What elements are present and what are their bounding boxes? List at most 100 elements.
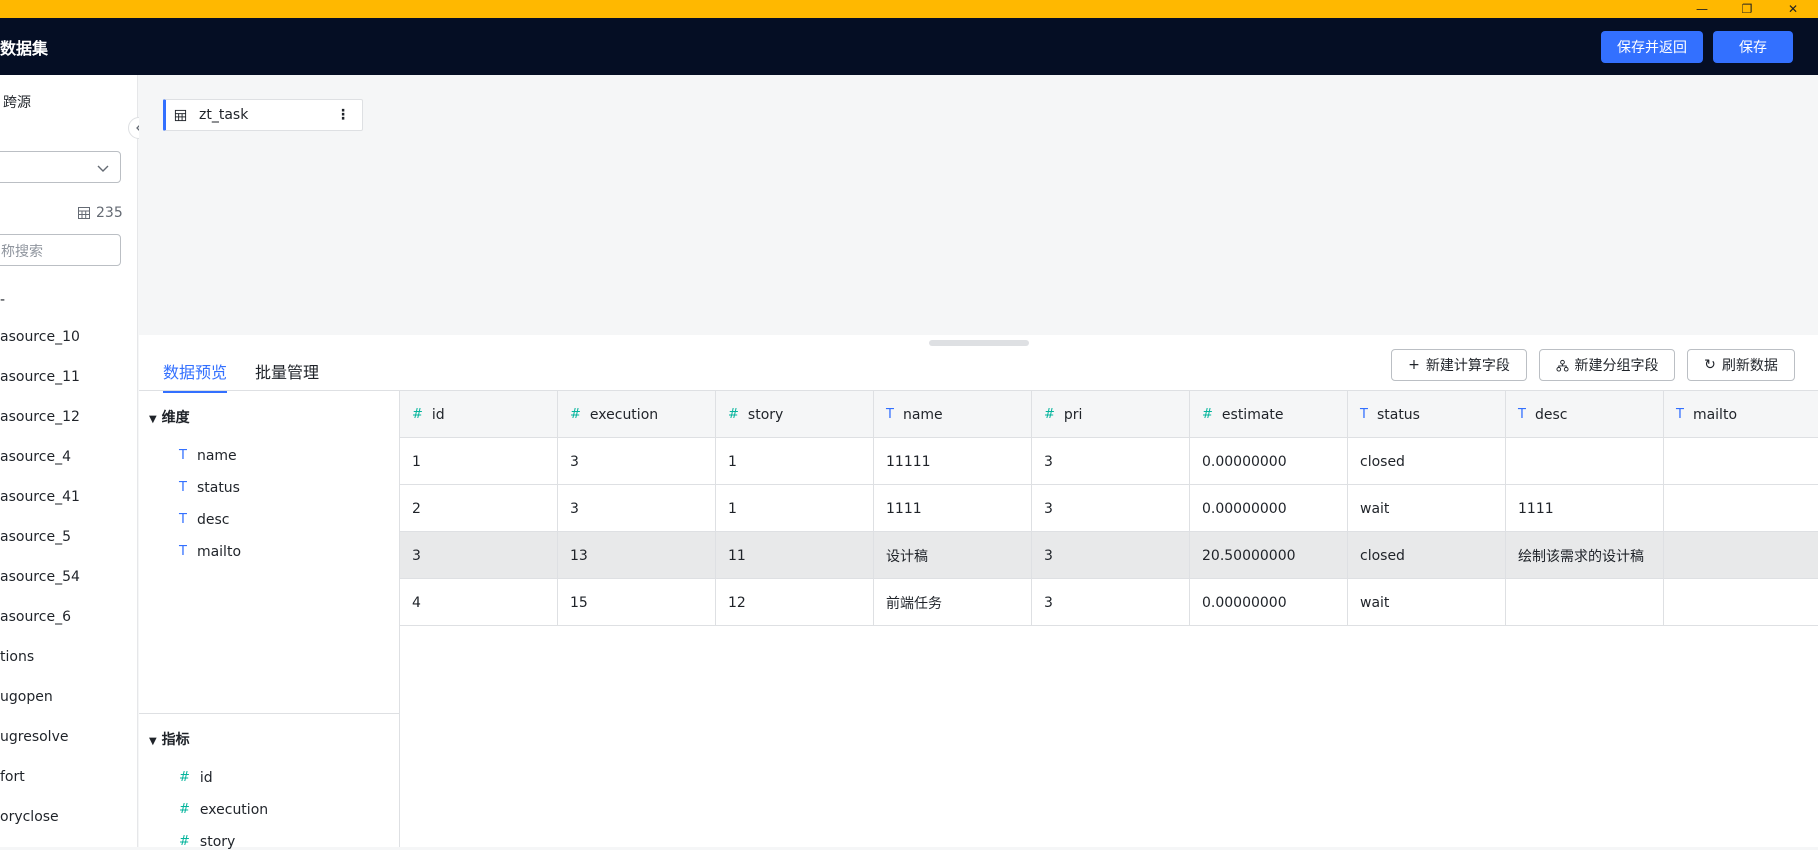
table-cell: closed — [1348, 532, 1506, 579]
column-header-status[interactable]: Tstatus — [1348, 391, 1506, 438]
table-list-item[interactable]: ugopen — [0, 689, 53, 705]
text-type-icon: T — [1676, 407, 1684, 422]
restore-icon[interactable]: ❐ — [1727, 0, 1767, 18]
data-preview-grid: # id # execution # story Tname # pri # estimate Tst… — [400, 390, 1818, 626]
minimize-icon[interactable]: — — [1682, 0, 1722, 18]
number-type-icon: # — [1044, 407, 1055, 422]
table-cell: 1111 — [1506, 485, 1664, 532]
metric-field-item[interactable]: # story — [179, 834, 235, 850]
number-type-icon: # — [728, 407, 739, 422]
dimension-section[interactable]: ▼ 维度 — [149, 407, 190, 427]
window-titlebar: — ❐ ✕ — [0, 0, 1818, 18]
dimension-label: 维度 — [161, 410, 190, 426]
table-list-item[interactable]: asource_41 — [0, 489, 80, 505]
page-title: 数据集 — [0, 39, 49, 58]
table-row[interactable]: 4 15 12 前端任务 3 0.00000000 wait — [400, 579, 1818, 626]
table-list-item[interactable]: asource_10 — [0, 329, 80, 345]
number-type-icon: # — [570, 407, 581, 422]
text-type-icon: T — [886, 407, 894, 422]
column-header-desc[interactable]: Tdesc — [1506, 391, 1664, 438]
table-node-card[interactable]: zt_task ⋮ — [163, 99, 363, 131]
table-cell: 11111 — [874, 438, 1032, 485]
refresh-data-label: 刷新数据 — [1721, 358, 1778, 374]
table-cell: 1111 — [874, 485, 1032, 532]
number-type-icon: # — [179, 770, 190, 785]
datasource-select[interactable] — [0, 151, 121, 183]
table-row[interactable]: 1 3 1 11111 3 0.00000000 closed — [400, 438, 1818, 485]
relation-canvas[interactable]: zt_task ⋮ — [139, 75, 1818, 335]
table-row[interactable]: 3 13 11 设计稿 3 20.50000000 closed 绘制该需求的设计稿 — [400, 532, 1818, 579]
table-cell: 12 — [716, 579, 874, 626]
cross-source-label[interactable]: 跨源 — [3, 92, 31, 112]
save-and-return-button[interactable]: 保存并返回 — [1601, 31, 1703, 63]
table-row[interactable]: 2 3 1 1111 3 0.00000000 wait 1111 — [400, 485, 1818, 532]
more-vertical-icon[interactable]: ⋮ — [336, 107, 350, 123]
table-cell: 1 — [716, 438, 874, 485]
table-list-item[interactable]: oryclose — [0, 809, 59, 825]
table-cell: 15 — [558, 579, 716, 626]
number-type-icon: # — [179, 834, 190, 849]
column-header-estimate[interactable]: # estimate — [1190, 391, 1348, 438]
table-cell: wait — [1348, 485, 1506, 532]
dimension-field-item[interactable]: Tmailto — [179, 544, 241, 560]
column-header-mailto[interactable]: Tmailto — [1664, 391, 1818, 438]
group-icon — [1555, 359, 1569, 372]
dimension-field-item[interactable]: Tstatus — [179, 480, 240, 496]
table-cell: 3 — [1032, 579, 1190, 626]
list-dash: - — [0, 292, 6, 308]
column-header-story[interactable]: # story — [716, 391, 874, 438]
table-list-item[interactable]: fort — [0, 769, 25, 785]
table-cell: 11 — [716, 532, 874, 579]
table-list-item[interactable]: asource_5 — [0, 529, 71, 545]
table-list-item[interactable]: asource_54 — [0, 569, 80, 585]
column-header-execution[interactable]: # execution — [558, 391, 716, 438]
tab-data-preview[interactable]: 数据预览 — [163, 359, 228, 393]
dimension-field-item[interactable]: Tdesc — [179, 512, 229, 528]
refresh-icon: ↻ — [1704, 357, 1716, 373]
number-type-icon: # — [1202, 407, 1213, 422]
table-cell — [1664, 438, 1818, 485]
new-group-field-label: 新建分组字段 — [1574, 358, 1659, 374]
column-header-name[interactable]: Tname — [874, 391, 1032, 438]
table-cell: 4 — [400, 579, 558, 626]
metric-section[interactable]: ▼ 指标 — [149, 729, 190, 749]
table-list-item[interactable]: ugresolve — [0, 729, 68, 745]
close-icon[interactable]: ✕ — [1773, 0, 1813, 18]
table-cell: 1 — [400, 438, 558, 485]
table-cell: 3 — [558, 438, 716, 485]
new-group-field-button[interactable]: 新建分组字段 — [1539, 349, 1675, 381]
metric-field-item[interactable]: # execution — [179, 802, 268, 818]
column-header-id[interactable]: # id — [400, 391, 558, 438]
table-cell: 1 — [716, 485, 874, 532]
dimension-field-item[interactable]: Tname — [179, 448, 237, 464]
column-header-label: id — [431, 406, 445, 423]
column-header-label: story — [747, 406, 784, 423]
table-list-item[interactable]: asource_12 — [0, 409, 80, 425]
datasource-panel: 跨源 235 称搜索 - asource_10 asource_11 asour… — [0, 75, 138, 847]
tab-batch-manage[interactable]: 批量管理 — [255, 359, 319, 391]
field-name: desc — [196, 512, 230, 528]
table-list-item[interactable]: asource_4 — [0, 449, 71, 465]
column-header-pri[interactable]: # pri — [1032, 391, 1190, 438]
table-cell: 2 — [400, 485, 558, 532]
table-cell: closed — [1348, 438, 1506, 485]
metric-field-item[interactable]: # id — [179, 770, 213, 786]
table-icon — [78, 207, 90, 219]
table-list-item[interactable]: tions — [0, 649, 34, 665]
resize-handle[interactable] — [929, 340, 1029, 346]
table-list-item[interactable]: asource_11 — [0, 369, 80, 385]
text-type-icon: T — [179, 448, 187, 463]
table-search-input[interactable]: 称搜索 — [0, 234, 121, 266]
refresh-data-button[interactable]: ↻ 刷新数据 — [1687, 349, 1795, 381]
table-cell: 绘制该需求的设计稿 — [1506, 532, 1664, 579]
field-name: mailto — [196, 544, 242, 560]
grid-header-row: # id # execution # story Tname # pri # estimate Tst… — [400, 391, 1818, 438]
save-button[interactable]: 保存 — [1713, 31, 1793, 63]
new-calc-field-button[interactable]: + 新建计算字段 — [1391, 349, 1527, 381]
table-cell: 20.50000000 — [1190, 532, 1348, 579]
field-name: status — [196, 480, 240, 496]
table-list-item[interactable]: asource_6 — [0, 609, 71, 625]
column-header-label: estimate — [1221, 406, 1284, 423]
text-type-icon: T — [179, 480, 187, 495]
column-header-label: desc — [1534, 406, 1568, 423]
